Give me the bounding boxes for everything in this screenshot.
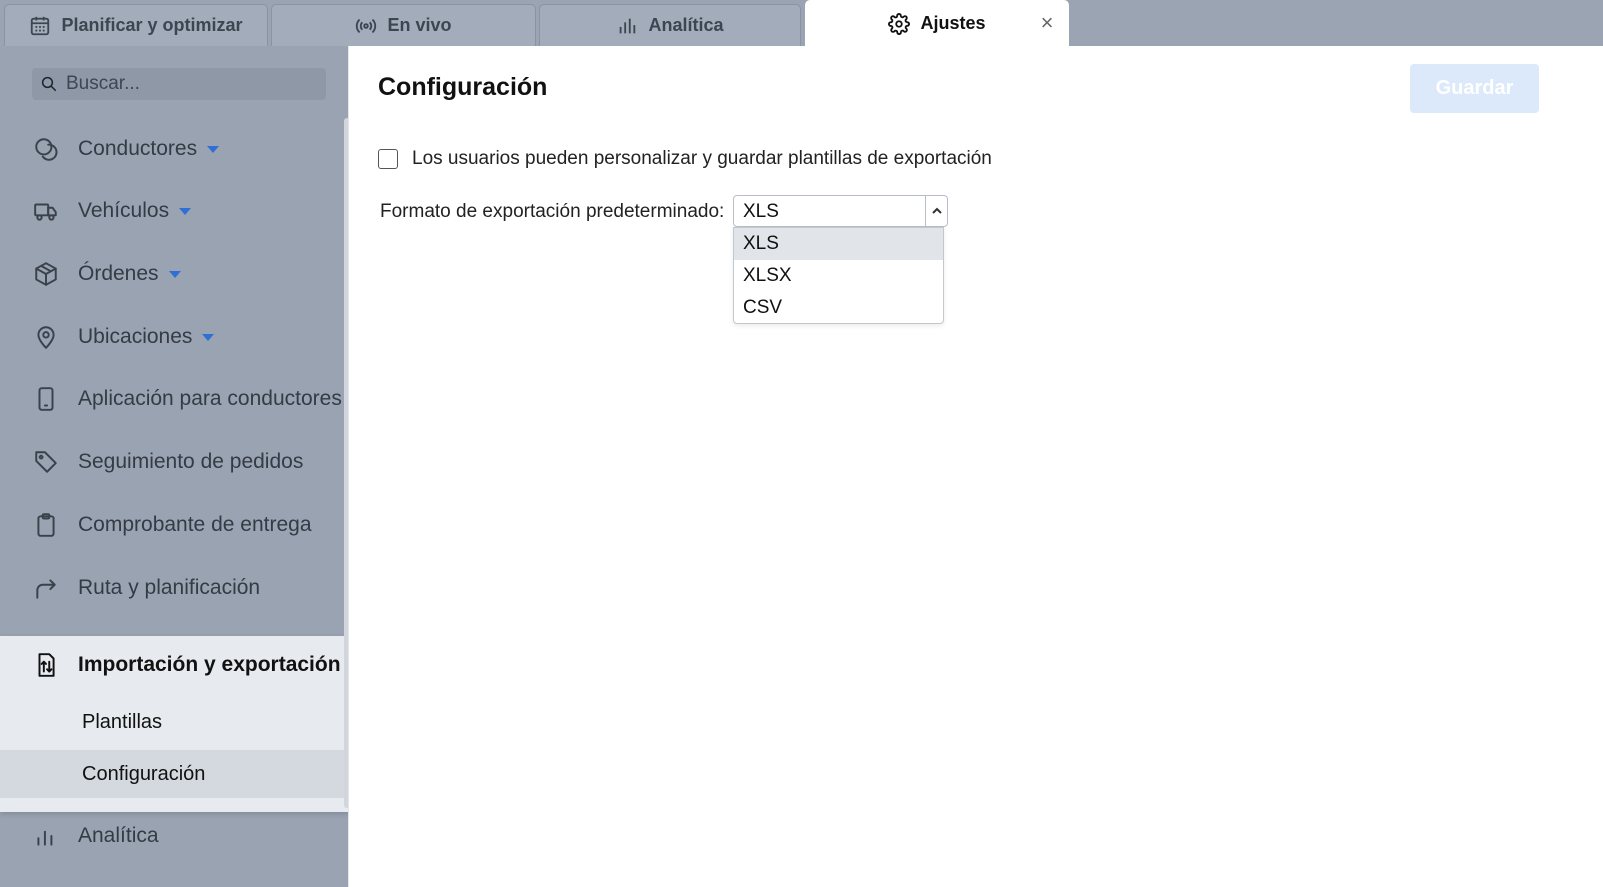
sidebar-item-label: Analítica bbox=[78, 824, 159, 847]
main-panel: Configuración Guardar Los usuarios puede… bbox=[348, 46, 1603, 887]
sidebar-item-ruta-planificacion[interactable]: Ruta y planificación bbox=[0, 563, 340, 613]
tab-label: Ajustes bbox=[920, 13, 986, 33]
bar-chart-icon bbox=[620, 18, 636, 33]
sidebar: Conductores Vehículos Órdenes Ubicacione… bbox=[0, 46, 363, 887]
chevron-up-icon[interactable] bbox=[925, 196, 947, 226]
gear-icon bbox=[888, 12, 911, 35]
tab-ajustes[interactable]: Ajustes × bbox=[805, 0, 1069, 46]
dropdown-option-xlsx[interactable]: XLSX bbox=[734, 260, 943, 292]
sidebar-item-vehiculos[interactable]: Vehículos bbox=[0, 186, 340, 236]
sidebar-item-label: Importación y exportación bbox=[78, 653, 341, 676]
dropdown-option-xls[interactable]: XLS bbox=[734, 228, 943, 260]
sidebar-item-label: Comprobante de entrega bbox=[78, 513, 312, 536]
tab-label: En vivo bbox=[387, 15, 452, 35]
dropdown-option-csv[interactable]: CSV bbox=[734, 292, 943, 324]
caret-down-icon bbox=[207, 145, 220, 153]
sidebar-subitem-label: Plantillas bbox=[82, 710, 163, 733]
clipboard-icon bbox=[32, 511, 60, 539]
sidebar-item-label: Vehículos bbox=[78, 199, 170, 222]
import-export-icon bbox=[32, 651, 60, 679]
customize-templates-checkbox[interactable] bbox=[378, 149, 398, 169]
sidebar-item-label: Ruta y planificación bbox=[78, 576, 261, 599]
location-pin-icon bbox=[32, 323, 60, 351]
sidebar-item-aplicacion-conductores[interactable]: Aplicación para conductores bbox=[0, 374, 342, 424]
drivers-icon bbox=[32, 135, 60, 163]
truck-icon bbox=[32, 197, 60, 225]
sidebar-item-ubicaciones[interactable]: Ubicaciones bbox=[0, 312, 340, 362]
calendar-icon bbox=[31, 16, 50, 35]
sidebar-item-analitica[interactable]: Analítica bbox=[0, 811, 340, 861]
sidebar-subitem-label: Configuración bbox=[82, 762, 206, 785]
sidebar-item-label: Conductores bbox=[78, 137, 198, 160]
sidebar-item-label: Órdenes bbox=[78, 262, 159, 285]
tab-planificar[interactable]: Planificar y optimizar bbox=[4, 4, 268, 46]
sidebar-item-ordenes[interactable]: Órdenes bbox=[0, 249, 340, 299]
close-icon[interactable]: × bbox=[1038, 12, 1056, 34]
tab-label: Analítica bbox=[648, 15, 724, 35]
sidebar-item-label: Aplicación para conductores bbox=[78, 387, 342, 410]
sidebar-item-seguimiento-pedidos[interactable]: Seguimiento de pedidos bbox=[0, 437, 340, 487]
bar-chart-icon bbox=[32, 822, 60, 850]
import-export-section: Importación y exportación Plantillas Con… bbox=[0, 636, 363, 812]
caret-down-icon bbox=[179, 207, 192, 215]
search-icon bbox=[41, 76, 57, 92]
sidebar-subitem-configuracion[interactable]: Configuración bbox=[0, 750, 352, 798]
phone-icon bbox=[32, 385, 60, 413]
export-format-select[interactable]: XLS bbox=[733, 195, 948, 227]
sidebar-item-importacion-exportacion[interactable]: Importación y exportación bbox=[0, 636, 363, 694]
search-box[interactable] bbox=[32, 68, 326, 100]
sidebar-subitem-plantillas[interactable]: Plantillas bbox=[0, 698, 352, 746]
caret-down-icon bbox=[202, 333, 215, 341]
tab-bar: Planificar y optimizar En vivo Analítica… bbox=[0, 0, 1603, 46]
package-icon bbox=[32, 260, 60, 288]
caret-down-icon bbox=[168, 270, 181, 278]
tag-icon bbox=[32, 448, 60, 476]
broadcast-icon bbox=[356, 18, 377, 33]
save-button[interactable]: Guardar bbox=[1410, 64, 1539, 113]
export-format-label: Formato de exportación predeterminado: bbox=[380, 201, 725, 222]
export-format-value: XLS bbox=[743, 201, 779, 222]
page-title: Configuración bbox=[378, 73, 548, 101]
tab-en-vivo[interactable]: En vivo bbox=[271, 4, 536, 46]
tab-analitica[interactable]: Analítica bbox=[539, 4, 801, 46]
customize-templates-option[interactable]: Los usuarios pueden personalizar y guard… bbox=[378, 148, 992, 170]
route-arrow-icon bbox=[32, 574, 60, 602]
sidebar-item-comprobante-entrega[interactable]: Comprobante de entrega bbox=[0, 500, 340, 550]
search-input[interactable] bbox=[66, 73, 306, 95]
sidebar-item-label: Ubicaciones bbox=[78, 325, 193, 348]
tab-label: Planificar y optimizar bbox=[61, 15, 243, 35]
export-format-dropdown: XLS XLSX CSV bbox=[733, 227, 944, 324]
customize-templates-label: Los usuarios pueden personalizar y guard… bbox=[412, 148, 992, 169]
sidebar-item-conductores[interactable]: Conductores bbox=[0, 124, 340, 174]
sidebar-item-label: Seguimiento de pedidos bbox=[78, 450, 304, 473]
